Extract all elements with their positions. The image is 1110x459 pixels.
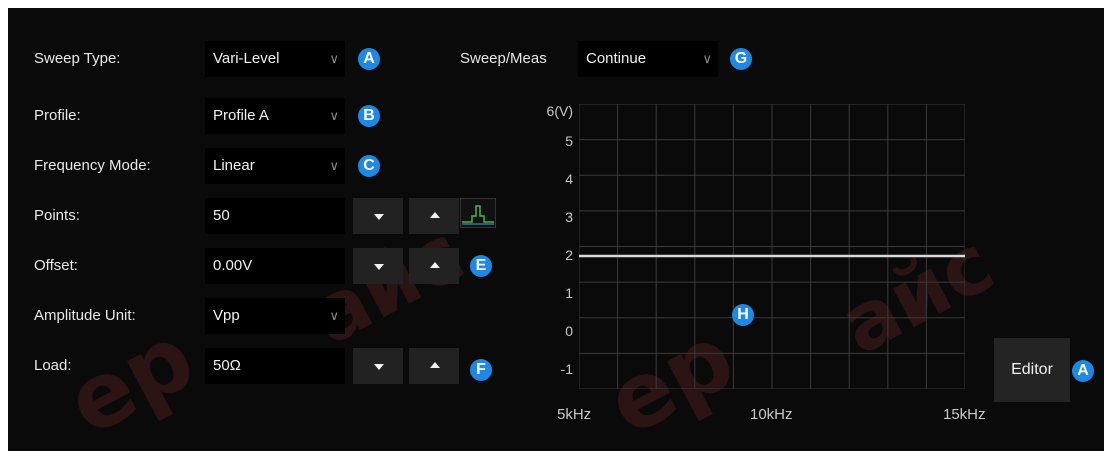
sweep-type-label: Sweep Type: [34,50,121,67]
load-label: Load: [34,357,72,374]
frequency-mode-dropdown[interactable]: Linear ∨ [205,148,345,184]
y-tick-label: 0 [565,323,573,339]
callout-badge-e: E [470,255,492,277]
x-tick-label: 5kHz [557,406,592,423]
arrow-down-icon [374,214,384,220]
callout-badge-g: G [730,48,752,70]
y-tick-label: 5 [565,133,573,149]
offset-label: Offset: [34,257,78,274]
x-tick-label: 15kHz [943,406,986,423]
amplitude-unit-value: Vpp [213,307,240,324]
callout-badge-f: F [470,359,492,381]
editor-button[interactable]: Editor [994,338,1070,402]
y-axis-unit-label: 6(V) [546,103,573,119]
y-tick-label: 4 [565,171,573,187]
arrow-up-icon [430,212,440,218]
load-increment-button[interactable] [409,348,459,384]
arrow-up-icon [430,262,440,268]
sweep-meas-dropdown[interactable]: Continue ∨ [578,41,718,77]
callout-badge-a-editor: A [1072,360,1094,382]
frequency-mode-value: Linear [213,157,255,174]
chevron-down-icon: ∨ [702,51,712,66]
offset-decrement-button[interactable] [353,248,403,284]
points-increment-button[interactable] [409,198,459,234]
y-tick-label: 2 [565,247,573,263]
amplitude-unit-dropdown[interactable]: Vpp ∨ [205,298,345,334]
level-profile-chart[interactable] [579,104,965,389]
points-label: Points: [34,207,80,224]
sweep-meas-label: Sweep/Meas [460,50,547,67]
profile-label: Profile: [34,107,81,124]
callout-badge-b: B [358,105,380,127]
y-tick-label: 3 [565,209,573,225]
sweep-meas-value: Continue [586,50,647,67]
profile-dropdown[interactable]: Profile A ∨ [205,98,345,134]
y-tick-label: 1 [565,285,573,301]
sweep-type-dropdown[interactable]: Vari-Level ∨ [205,41,345,77]
load-decrement-button[interactable] [353,348,403,384]
profile-value: Profile A [213,107,269,124]
watermark: ep [50,304,211,451]
arrow-down-icon [374,264,384,270]
waveform-preview-icon[interactable] [460,198,496,228]
points-value: 50 [213,207,230,224]
load-input[interactable]: 50Ω [205,348,345,384]
points-input[interactable]: 50 [205,198,345,234]
sweep-settings-panel: ep ep aйс aйс Sweep Type: Vari-Level ∨ A… [8,8,1104,451]
callout-badge-a: A [358,48,380,70]
load-value: 50Ω [213,357,241,374]
arrow-down-icon [374,364,384,370]
offset-increment-button[interactable] [409,248,459,284]
sweep-type-value: Vari-Level [213,50,280,67]
chevron-down-icon: ∨ [329,308,339,323]
callout-badge-h: H [732,304,754,326]
chevron-down-icon: ∨ [329,51,339,66]
offset-input[interactable]: 0.00V [205,248,345,284]
arrow-up-icon [430,362,440,368]
y-tick-label: -1 [560,361,573,377]
offset-value: 0.00V [213,257,253,274]
chevron-down-icon: ∨ [329,108,339,123]
points-decrement-button[interactable] [353,198,403,234]
frequency-mode-label: Frequency Mode: [34,157,151,174]
x-tick-label: 10kHz [750,406,793,423]
chevron-down-icon: ∨ [329,158,339,173]
amplitude-unit-label: Amplitude Unit: [34,307,136,324]
callout-badge-c: C [358,155,380,177]
